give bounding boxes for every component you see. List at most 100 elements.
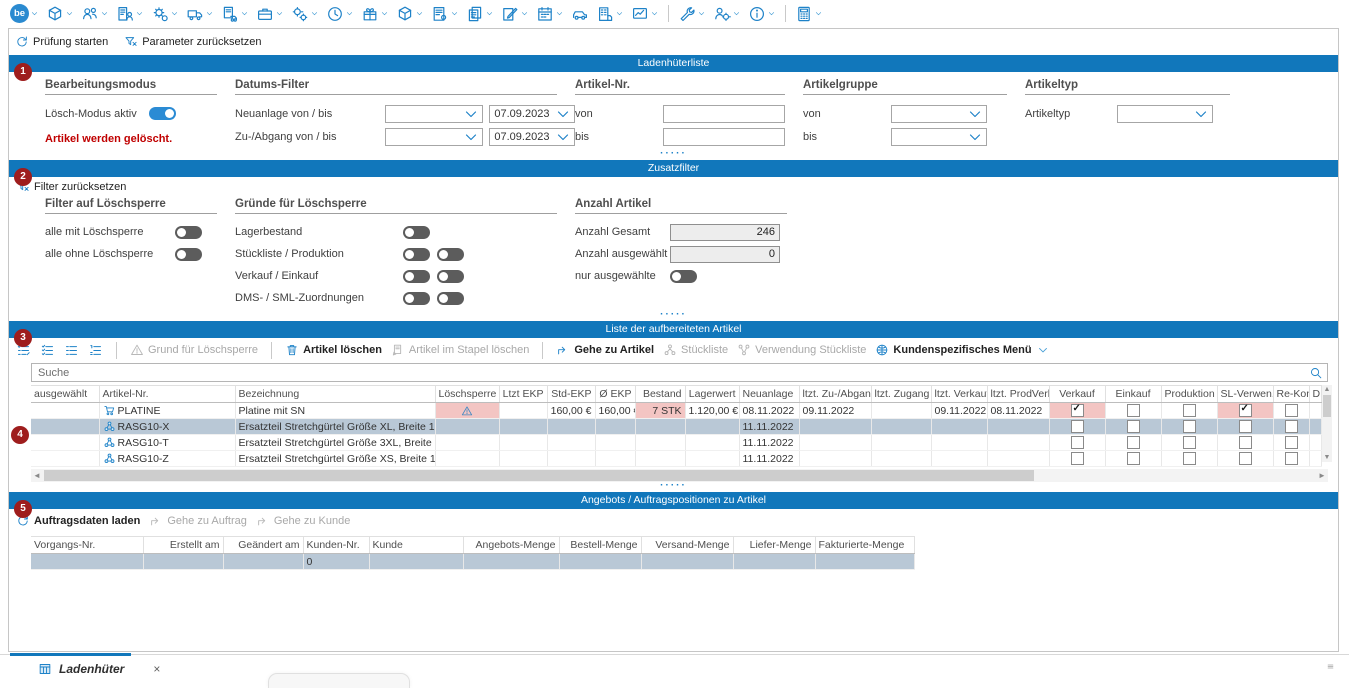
gehe-zu-kunde-button[interactable]: Gehe zu Kunde (256, 514, 350, 528)
col-fakturierte-menge[interactable]: Fakturierte-Menge (815, 537, 914, 554)
tab-ladenhueter[interactable]: Ladenhüter × (38, 662, 160, 676)
document-truck-icon[interactable] (219, 4, 251, 24)
col-ltzt-verkauf[interactable]: ltzt. Verkauf (931, 386, 987, 403)
re-checkbox[interactable] (1285, 420, 1298, 433)
list-lines-view-button[interactable] (64, 343, 79, 358)
search-icon[interactable] (1309, 366, 1323, 380)
col-angebots-menge[interactable]: Angebots-Menge (463, 537, 559, 554)
re-checkbox[interactable] (1285, 452, 1298, 465)
alle-ohne-loeschsperre-toggle[interactable] (175, 248, 202, 261)
produktion-checkbox[interactable] (1183, 404, 1196, 417)
sl-checkbox[interactable] (1239, 436, 1252, 449)
col-std-ekp[interactable]: Std-EKP (547, 386, 595, 403)
sl-checkbox[interactable] (1239, 404, 1252, 417)
cube-icon[interactable] (44, 4, 76, 24)
col-neuanlage[interactable]: Neuanlage (739, 386, 799, 403)
sl-checkbox[interactable] (1239, 420, 1252, 433)
verkauf-toggle[interactable] (403, 270, 430, 283)
auftragsdaten-laden-button[interactable]: Auftragsdaten laden (16, 514, 140, 528)
building-icon[interactable] (594, 4, 626, 24)
scrollbar-thumb[interactable] (1323, 395, 1331, 417)
einkauf-checkbox[interactable] (1127, 452, 1140, 465)
section-expander[interactable]: ····· (9, 482, 1338, 492)
col-loeschsperre[interactable]: Löschsperre (435, 386, 499, 403)
gears-icon[interactable] (289, 4, 321, 24)
user-document-icon[interactable] (114, 4, 146, 24)
verkauf-checkbox[interactable] (1071, 420, 1084, 433)
col-ltzt-zugang[interactable]: ltzt. Zugang (871, 386, 931, 403)
section-expander[interactable]: ····· (9, 150, 1338, 160)
verwendung-stueckliste-button[interactable]: Verwendung Stückliste (737, 343, 866, 357)
search-input[interactable] (36, 366, 1309, 380)
user-gear-icon[interactable] (711, 4, 743, 24)
col-oe-ekp[interactable]: Ø EKP (595, 386, 635, 403)
users-icon[interactable] (79, 4, 111, 24)
article-row[interactable]: RASG10-TErsatzteil Stretchgürtel Größe 3… (31, 435, 1321, 451)
alle-mit-loeschsperre-toggle[interactable] (175, 226, 202, 239)
tab-close-icon[interactable]: × (153, 662, 160, 676)
stueckliste-toggle[interactable] (403, 248, 430, 261)
briefcase-icon[interactable] (254, 4, 286, 24)
col-erstellt-am[interactable]: Erstellt am (143, 537, 223, 554)
artikelgruppe-bis-combo[interactable] (891, 128, 987, 146)
list-numbered-view-button[interactable] (88, 343, 103, 358)
artikelgruppe-von-combo[interactable] (891, 105, 987, 123)
col-liefer-menge[interactable]: Liefer-Menge (733, 537, 815, 554)
neuanlage-von-combo[interactable] (385, 105, 484, 123)
gift-icon[interactable] (359, 4, 391, 24)
grund-fuer-loeschsperre-button[interactable]: Grund für Löschsperre (130, 343, 258, 357)
col-geaendert-am[interactable]: Geändert am (223, 537, 303, 554)
gehe-zu-artikel-button[interactable]: Gehe zu Artikel (556, 343, 654, 357)
stueckliste-button[interactable]: Stückliste (663, 343, 728, 357)
scroll-up-arrow[interactable]: ▲ (1322, 385, 1332, 394)
artikel-im-stapel-loeschen-button[interactable]: Artikel im Stapel löschen (391, 343, 529, 357)
neuanlage-bis-combo[interactable]: 07.09.2023 (489, 105, 575, 123)
col-artikelnr[interactable]: Artikel-Nr. (99, 386, 235, 403)
col-ausgewaehlt[interactable]: ausgewählt (31, 386, 99, 403)
wrench-icon[interactable] (676, 4, 708, 24)
produktion-checkbox[interactable] (1183, 420, 1196, 433)
documents-icon[interactable] (464, 4, 496, 24)
col-verkauf[interactable]: Verkauf (1049, 386, 1105, 403)
kundenspezifisches-menue-button[interactable]: Kundenspezifisches Menü (875, 343, 1049, 357)
section-expander[interactable]: ····· (9, 311, 1338, 321)
article-row[interactable]: PLATINEPlatine mit SN160,00 €160,00 €7 S… (31, 403, 1321, 419)
col-vorgangs-nr[interactable]: Vorgangs-Nr. (31, 537, 143, 554)
dms-toggle[interactable] (403, 292, 430, 305)
certificate-icon[interactable] (429, 4, 461, 24)
nur-ausgewaehlte-toggle[interactable] (670, 270, 697, 283)
produktion-checkbox[interactable] (1183, 452, 1196, 465)
pruefung-starten-button[interactable]: Prüfung starten (15, 35, 108, 49)
col-dm[interactable]: DM (1309, 386, 1321, 403)
zuabgang-von-combo[interactable] (385, 128, 484, 146)
produktion-toggle[interactable] (437, 248, 464, 261)
brand-be-icon[interactable]: be (8, 3, 41, 24)
col-sl-verwendung[interactable]: SL-Verwen... (1217, 386, 1273, 403)
col-lagerwert[interactable]: Lagerwert (685, 386, 739, 403)
vehicle-icon[interactable] (569, 4, 591, 24)
gear-badge-icon[interactable] (149, 4, 181, 24)
col-re-kontr[interactable]: Re-Kontr. (1273, 386, 1309, 403)
calendar-icon[interactable] (534, 4, 566, 24)
artikelnr-bis-input[interactable] (663, 128, 785, 146)
auftrag-row[interactable]: 0 (31, 554, 914, 570)
zuabgang-bis-combo[interactable]: 07.09.2023 (489, 128, 575, 146)
sml-toggle[interactable] (437, 292, 464, 305)
artikelnr-von-input[interactable] (663, 105, 785, 123)
col-versand-menge[interactable]: Versand-Menge (641, 537, 733, 554)
col-ltzt-zuabgang[interactable]: ltzt. Zu-/Abgang (799, 386, 871, 403)
scroll-right-arrow[interactable]: ► (1316, 471, 1328, 480)
einkauf-checkbox[interactable] (1127, 420, 1140, 433)
col-bezeichnung[interactable]: Bezeichnung (235, 386, 435, 403)
article-row[interactable]: RASG10-XErsatzteil Stretchgürtel Größe X… (31, 419, 1321, 435)
col-ltzt-prodverb[interactable]: ltzt. ProdVerb (987, 386, 1049, 403)
article-row[interactable]: RASG10-ZErsatzteil Stretchgürtel Größe X… (31, 451, 1321, 467)
artikeltyp-combo[interactable] (1117, 105, 1213, 123)
einkauf-toggle[interactable] (437, 270, 464, 283)
verkauf-checkbox[interactable] (1071, 404, 1084, 417)
sl-checkbox[interactable] (1239, 452, 1252, 465)
loesch-modus-toggle[interactable] (149, 107, 176, 120)
info-icon[interactable] (746, 4, 778, 24)
vertical-scrollbar[interactable]: ▲▼ (1322, 385, 1332, 462)
einkauf-checkbox[interactable] (1127, 404, 1140, 417)
